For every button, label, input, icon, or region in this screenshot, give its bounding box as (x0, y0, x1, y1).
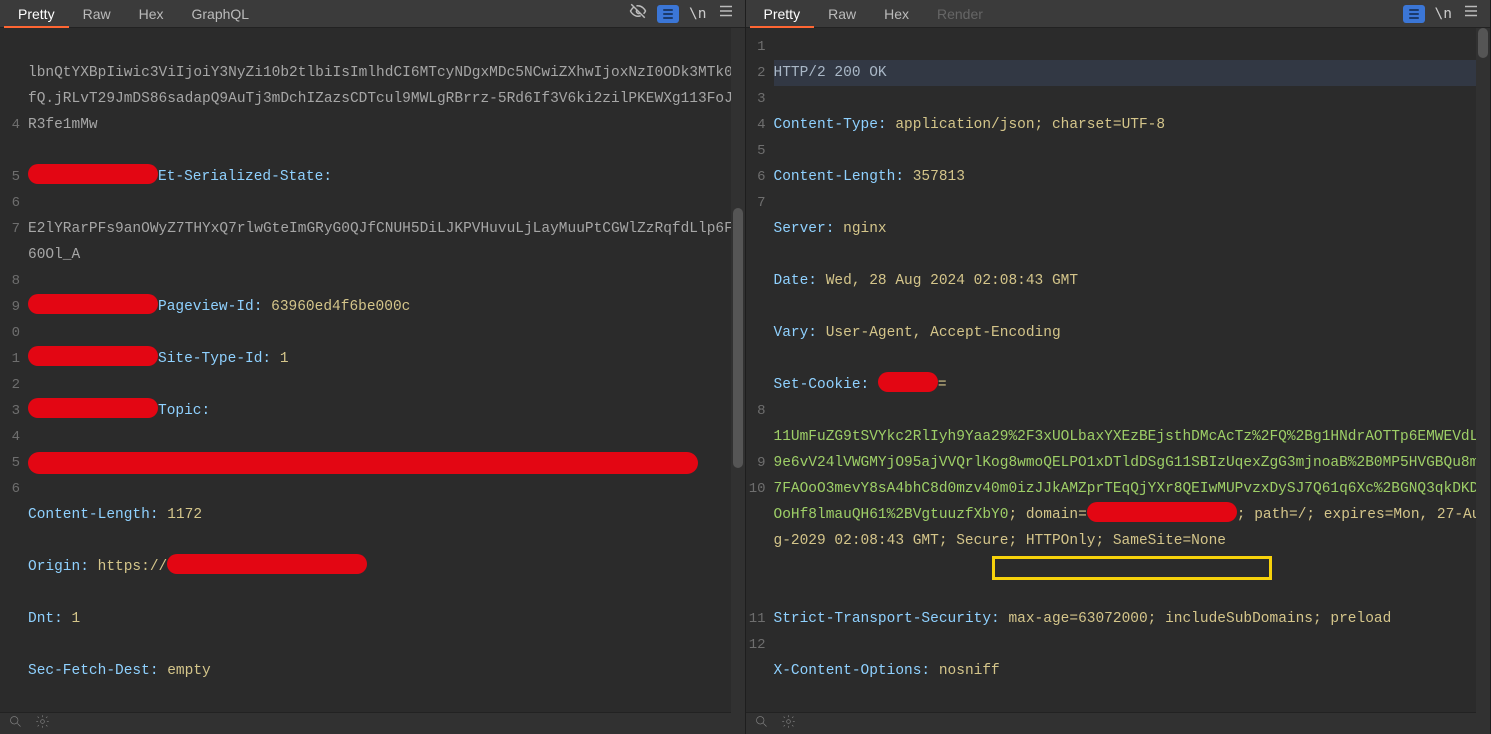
redaction (28, 452, 698, 474)
tab-graphql[interactable]: GraphQL (178, 0, 264, 28)
header-name: Pageview-Id: (158, 299, 262, 315)
header-name: Date: (774, 273, 818, 289)
response-code-area[interactable]: 1234567 8 910 1112 HTTP/2 200 OK Content… (746, 28, 1491, 712)
redaction (1087, 502, 1237, 522)
response-pane: Pretty Raw Hex Render \n 1234567 8 910 1… (746, 0, 1491, 734)
header-name: Et-Serialized-State: (158, 169, 332, 185)
header-name: Sec-Fetch-Dest: (28, 663, 159, 679)
header-name: Dnt: (28, 611, 63, 627)
header-value: https:// (98, 559, 168, 575)
sep: ; (1008, 507, 1025, 523)
header-value: 1 (280, 351, 289, 367)
tab-hex[interactable]: Hex (870, 0, 923, 28)
redaction (878, 372, 938, 392)
scroll-thumb[interactable] (733, 208, 743, 468)
header-value: 357813 (913, 169, 965, 185)
search-icon[interactable] (754, 714, 769, 734)
request-pane: Pretty Raw Hex GraphQL \n 4 567 89012345… (0, 0, 746, 734)
tab-raw[interactable]: Raw (69, 0, 125, 28)
scroll-thumb[interactable] (1478, 28, 1488, 58)
request-code-area[interactable]: 4 567 890123456 lbnQtYXBpIiwic3ViIjoiY3N… (0, 28, 745, 712)
request-scrollbar[interactable] (731, 28, 745, 728)
search-icon[interactable] (8, 714, 23, 734)
gear-icon[interactable] (35, 714, 50, 734)
header-name: Topic: (158, 403, 210, 419)
status-line: HTTP/2 200 OK (774, 65, 887, 81)
header-name: Server: (774, 221, 835, 237)
header-value: Wed, 28 Aug 2024 02:08:43 GMT (826, 273, 1078, 289)
request-tabbar: Pretty Raw Hex GraphQL \n (0, 0, 745, 28)
tab-raw[interactable]: Raw (814, 0, 870, 28)
response-statusbar (746, 712, 1491, 734)
header-value: nginx (843, 221, 887, 237)
eq: = (938, 377, 947, 393)
header-name: Strict-Transport-Security: (774, 611, 1000, 627)
highlight-box (992, 556, 1272, 580)
response-code[interactable]: HTTP/2 200 OK Content-Type: application/… (770, 28, 1491, 712)
header-name: X-Content-Options: (774, 663, 931, 679)
header-name: Content-Length: (28, 507, 159, 523)
header-name: Site-Type-Id: (158, 351, 271, 367)
header-name: Vary: (774, 325, 818, 341)
header-value: 1 (72, 611, 81, 627)
eye-off-icon[interactable] (629, 2, 647, 25)
header-value: 1172 (167, 507, 202, 523)
tab-render[interactable]: Render (923, 0, 997, 28)
response-tabbar: Pretty Raw Hex Render \n (746, 0, 1491, 28)
newline-icon[interactable]: \n (1435, 6, 1452, 22)
header-value: E2lYRarPFs9anOWyZ7THYxQ7rlwGteImGRyG0QJf… (28, 221, 733, 263)
tab-hex[interactable]: Hex (125, 0, 178, 28)
redaction (167, 554, 367, 574)
domain-label: domain= (1026, 507, 1087, 523)
header-name: Content-Type: (774, 117, 887, 133)
request-statusbar (0, 712, 745, 734)
menu-icon[interactable] (717, 2, 735, 25)
wrap-toggle-icon[interactable] (657, 5, 679, 23)
wrap-toggle-icon[interactable] (1403, 5, 1425, 23)
token: lbnQtYXBpIiwic3ViIjoiY3NyZi10b2tlbiIsIml… (28, 65, 733, 133)
header-name: Origin: (28, 559, 89, 575)
header-name: Set-Cookie: (774, 377, 870, 393)
tab-pretty[interactable]: Pretty (750, 0, 815, 28)
header-value: 63960ed4f6be000c (271, 299, 410, 315)
gear-icon[interactable] (781, 714, 796, 734)
menu-icon[interactable] (1462, 2, 1480, 25)
response-scrollbar[interactable] (1476, 28, 1490, 728)
header-value: max-age=63072000; includeSubDomains; pre… (1008, 611, 1391, 627)
response-gutter: 1234567 8 910 1112 (746, 28, 770, 712)
header-value: application/json; charset=UTF-8 (895, 117, 1165, 133)
header-value: nosniff (939, 663, 1000, 679)
header-value: User-Agent, Accept-Encoding (826, 325, 1061, 341)
tab-pretty[interactable]: Pretty (4, 0, 69, 28)
sep: ; (1237, 507, 1254, 523)
header-value: empty (167, 663, 211, 679)
request-code[interactable]: lbnQtYXBpIiwic3ViIjoiY3NyZi10b2tlbiIsIml… (24, 28, 745, 712)
newline-icon[interactable]: \n (689, 6, 706, 22)
request-gutter: 4 567 890123456 (0, 28, 24, 712)
header-name: Content-Length: (774, 169, 905, 185)
